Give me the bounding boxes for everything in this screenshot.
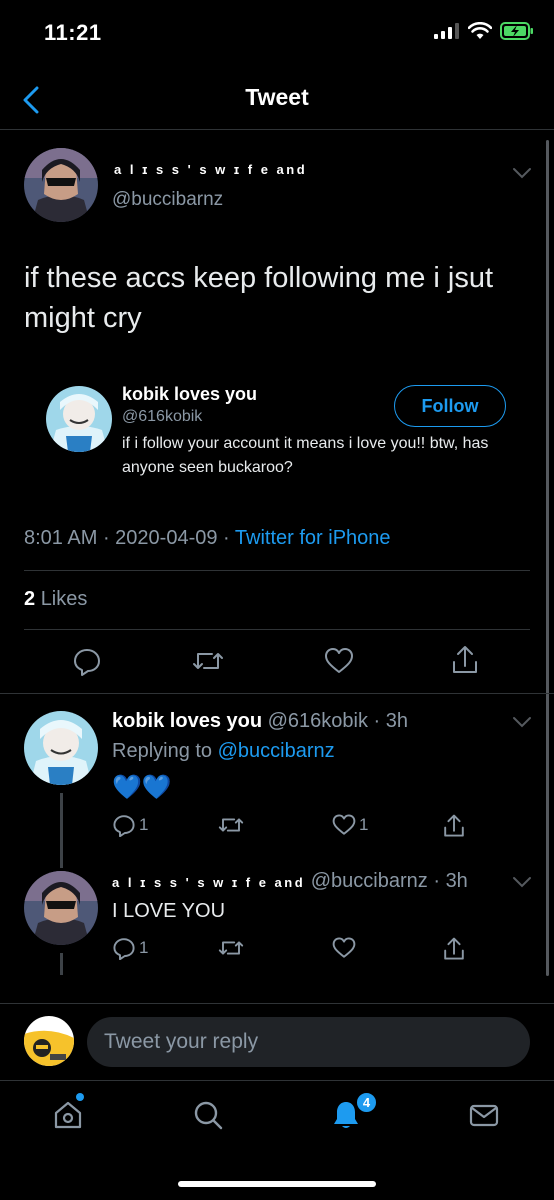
reply-avatar[interactable] [24, 711, 98, 785]
likes-number: 2 [24, 588, 36, 610]
replying-to-link[interactable]: @buccibarnz [218, 740, 335, 762]
like-button[interactable]: 1 [332, 813, 368, 837]
messages-icon [469, 1104, 499, 1127]
reply-icon [74, 649, 100, 676]
reply-count: 1 [139, 815, 149, 834]
reply-tweet[interactable]: kobik loves you @616kobik · 3h Replying … [0, 693, 554, 868]
quoted-name[interactable]: kobik loves you [122, 384, 257, 405]
retweet-icon [218, 818, 244, 832]
reply-header: a l ɪ s s ' s w ɪ f e and @buccibarnz · … [112, 870, 468, 893]
reply-author-name[interactable]: a l ɪ s s ' s w ɪ f e and [112, 875, 305, 890]
reply-input[interactable]: Tweet your reply [87, 1017, 530, 1067]
reply-age: 3h [385, 710, 409, 732]
divider [24, 629, 530, 630]
likes-label: Likes [40, 588, 88, 610]
reply-actions: 1 [0, 936, 554, 976]
share-button[interactable] [450, 644, 480, 676]
quoted-avatar[interactable] [46, 386, 112, 452]
tab-home[interactable] [48, 1095, 88, 1135]
replying-prefix: Replying to [112, 740, 213, 762]
reply-author-name[interactable]: kobik loves you [112, 710, 262, 732]
reply-author-handle[interactable]: @616kobik [268, 710, 368, 732]
retweet-button[interactable] [218, 813, 244, 837]
chevron-down-icon [513, 877, 531, 888]
replying-to: Replying to @buccibarnz [112, 740, 335, 763]
status-bar: 11:21 [0, 0, 554, 70]
like-icon [332, 937, 356, 958]
retweet-button[interactable] [218, 936, 244, 960]
tweet-time: 8:01 AM [24, 527, 98, 549]
battery-icon [500, 22, 533, 40]
reply-button[interactable] [72, 646, 102, 676]
reply-actions: 1 1 [0, 813, 554, 853]
author-handle[interactable]: @buccibarnz [112, 189, 223, 211]
meta-separator: · [427, 870, 446, 892]
tweet-actions [0, 642, 554, 682]
like-icon [325, 648, 353, 673]
tweet-source-link[interactable]: Twitter for iPhone [235, 527, 391, 549]
status-icons [434, 22, 534, 40]
page-title: Tweet [245, 84, 309, 110]
reply-avatar[interactable] [24, 871, 98, 945]
tweet-text: if these accs keep following me i jsut m… [24, 262, 494, 334]
reply-icon [113, 938, 135, 960]
share-button[interactable] [442, 813, 466, 839]
signal-icon [434, 23, 459, 39]
reply-options-button[interactable] [512, 715, 532, 733]
reply-options-button[interactable] [512, 875, 532, 893]
navigation-bar: Tweet [0, 70, 554, 130]
like-count: 1 [359, 815, 369, 834]
retweet-icon [193, 653, 223, 669]
tab-messages[interactable] [464, 1095, 504, 1135]
meta-separator: · [368, 710, 386, 732]
chevron-down-icon [513, 717, 531, 728]
like-button[interactable] [324, 646, 354, 676]
author-avatar[interactable] [24, 148, 98, 222]
reply-text: I LOVE YOU [112, 900, 226, 922]
chevron-down-icon [513, 168, 531, 179]
home-indicator [178, 1181, 376, 1187]
reply-icon [113, 815, 135, 837]
wifi-icon [468, 22, 492, 39]
reply-tweet[interactable]: a l ɪ s s ' s w ɪ f e and @buccibarnz · … [0, 863, 554, 1003]
meta-separator: · [223, 527, 235, 549]
search-icon [194, 1101, 223, 1130]
reply-age: 3h [445, 870, 468, 892]
retweet-button[interactable] [192, 646, 224, 676]
reply-button[interactable]: 1 [112, 936, 148, 960]
reply-count: 1 [139, 938, 149, 957]
like-button[interactable] [332, 936, 356, 960]
my-avatar[interactable] [24, 1016, 74, 1066]
home-unread-dot [76, 1093, 84, 1101]
tab-search[interactable] [188, 1095, 228, 1135]
tweet-meta: 8:01 AM · 2020-04-09 · Twitter for iPhon… [24, 527, 391, 550]
likes-count[interactable]: 2 Likes [24, 588, 87, 611]
status-time: 11:21 [44, 20, 102, 45]
meta-separator: · [102, 527, 116, 549]
tweet-date: 2020-04-09 [115, 527, 218, 549]
share-icon [444, 814, 464, 837]
quoted-bio: if i follow your account it means i love… [122, 435, 489, 476]
reply-header: kobik loves you @616kobik · 3h [112, 710, 408, 733]
notifications-badge: 4 [355, 1091, 378, 1114]
like-icon [332, 814, 356, 835]
share-button[interactable] [442, 936, 466, 962]
reply-button[interactable]: 1 [112, 813, 148, 837]
quoted-handle[interactable]: @616kobik [122, 408, 202, 426]
home-icon [54, 1101, 82, 1129]
embedded-profile-card[interactable]: kobik loves you @616kobik if i follow yo… [24, 360, 534, 476]
retweet-icon [218, 941, 244, 955]
follow-button[interactable]: Follow [394, 385, 506, 427]
divider [24, 570, 530, 571]
share-icon [453, 646, 477, 673]
author-name[interactable]: a l ɪ s s ' s w ɪ f e and [114, 162, 307, 177]
share-icon [444, 937, 464, 960]
tweet-options-button[interactable] [512, 166, 532, 184]
reply-composer: Tweet your reply [0, 1003, 554, 1080]
tab-bar: 4 [0, 1080, 554, 1200]
reply-author-handle[interactable]: @buccibarnz [311, 870, 428, 892]
reply-text: 💙💙 [112, 774, 172, 801]
